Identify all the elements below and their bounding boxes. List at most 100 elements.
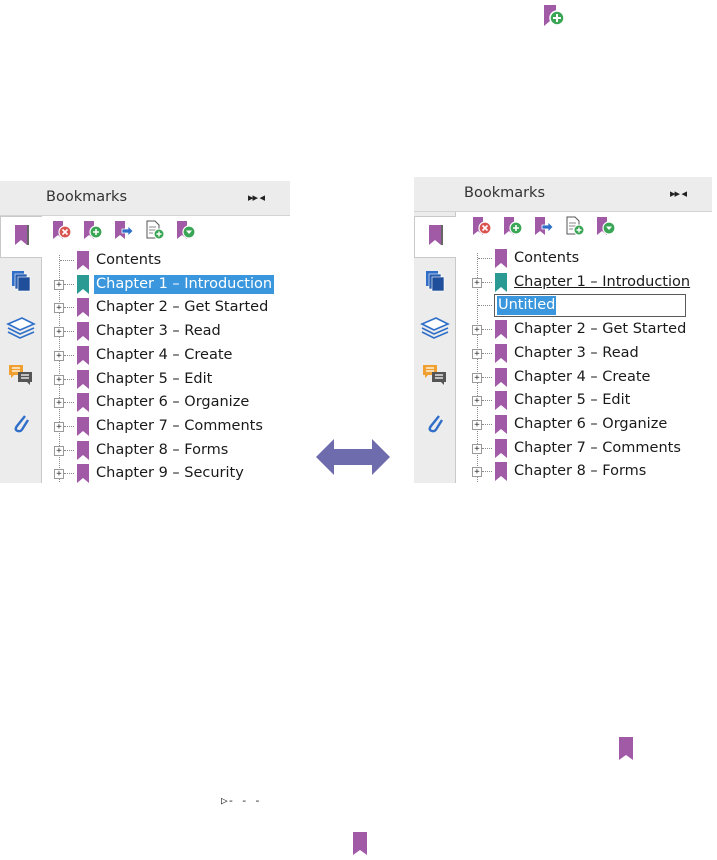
bookmark-icon <box>494 272 508 297</box>
bookmark-icon <box>76 274 90 299</box>
bookmark-label: Chapter 7 – Comments <box>96 417 263 434</box>
layers-panel-tab[interactable] <box>416 310 454 350</box>
expand-toggle[interactable]: + <box>472 277 482 288</box>
double-headed-arrow <box>316 437 390 477</box>
delete-bookmark-icon <box>51 220 73 244</box>
expand-toggle[interactable]: + <box>472 443 482 454</box>
bookmark-label: Chapter 3 – Read <box>96 323 221 340</box>
bookmark-label: Chapter 5 – Edit <box>514 392 631 409</box>
tree-connector <box>60 260 74 261</box>
move-bookmark-button[interactable] <box>532 217 556 238</box>
bookmark-rename-input[interactable]: Untitled <box>494 294 686 318</box>
tree-connector <box>64 402 74 404</box>
expand-toggle[interactable]: + <box>54 279 64 290</box>
bookmark-label: Contents <box>514 250 580 266</box>
layers-panel-tab[interactable] <box>2 310 40 350</box>
bookmark-label: Chapter 2 – Get Started <box>514 321 687 338</box>
bookmark-icon <box>494 367 508 392</box>
bookmark-icon <box>76 369 90 394</box>
bookmark-label: Chapter 6 – Organize <box>514 415 668 432</box>
expand-toggle[interactable]: + <box>472 467 482 478</box>
new-bookmark-from-page-icon <box>564 216 586 240</box>
tree-connector <box>64 425 74 427</box>
panel-header: Bookmarks ▸▸ ◂ <box>0 181 290 216</box>
add-bookmark-button[interactable] <box>501 217 525 238</box>
expand-toggle[interactable]: + <box>54 374 64 385</box>
expand-toggle[interactable]: + <box>472 325 482 336</box>
bookmark-icon <box>494 438 508 463</box>
tree-connector <box>64 354 74 356</box>
bookmark-label: Chapter 8 – Forms <box>514 463 647 480</box>
bookmarks-panel-tab[interactable] <box>414 216 456 258</box>
tree-connector <box>64 331 74 333</box>
move-bookmark-button[interactable] <box>112 220 136 244</box>
bookmark-label: Chapter 3 – Read <box>514 344 639 361</box>
bookmark-label: Chapter 8 – Forms <box>96 441 229 458</box>
expand-toggle[interactable]: + <box>54 398 64 409</box>
expand-bookmark-button[interactable] <box>174 220 198 244</box>
bookmark-icon <box>76 322 90 346</box>
bookmark-label: Chapter 6 – Organize <box>96 394 250 411</box>
expand-bookmark-button[interactable] <box>594 216 618 240</box>
attachments-panel-icon <box>425 410 445 438</box>
new-bookmark-from-page-button[interactable] <box>143 220 167 244</box>
expand-toggle[interactable]: + <box>472 419 482 430</box>
new-bookmark-from-page-icon <box>144 220 166 244</box>
new-bookmark-from-page-button[interactable] <box>563 216 587 240</box>
add-bookmark-button[interactable] <box>81 221 105 242</box>
bookmark-icon <box>76 440 90 465</box>
bookmark-icon <box>494 343 508 368</box>
bookmark-label: Chapter 4 – Create <box>96 346 233 363</box>
tree-connector <box>482 352 492 354</box>
bookmarks-panel-before: Bookmarks ▸▸ ◂ Contents + Chapter 1 – Intr… <box>0 181 290 483</box>
attachments-panel-tab[interactable] <box>2 404 40 444</box>
expand-toggle[interactable]: + <box>472 396 482 407</box>
pages-panel-icon <box>425 270 445 296</box>
panel-title: Bookmarks <box>464 185 546 201</box>
bookmark-label: Chapter 9 – Security <box>96 465 244 482</box>
bookmark-icon <box>76 345 90 370</box>
comments-panel-tab[interactable] <box>2 357 40 397</box>
comments-panel-tab[interactable] <box>416 357 454 397</box>
panel-title: Bookmarks <box>46 189 128 205</box>
expand-toggle[interactable]: + <box>54 445 64 456</box>
bookmark-icon <box>352 832 368 860</box>
pages-panel-tab[interactable] <box>2 263 40 303</box>
expand-toggle[interactable]: + <box>54 350 64 361</box>
move-bookmark-icon <box>113 220 135 244</box>
expand-toggle[interactable]: + <box>54 327 64 338</box>
panel-collapse-controls[interactable]: ▸▸ ◂ <box>670 187 687 200</box>
bookmark-icon <box>494 391 508 415</box>
expand-toggle[interactable]: + <box>54 421 64 432</box>
expand-toggle[interactable]: + <box>472 372 482 383</box>
attachments-panel-tab[interactable] <box>416 404 454 444</box>
expand-bookmark-icon <box>175 220 197 244</box>
expand-toggle[interactable]: + <box>472 348 482 359</box>
delete-bookmark-button[interactable] <box>50 220 74 244</box>
tree-connector-glyph: ▷- - - <box>221 794 261 807</box>
bookmarks-panel-icon <box>427 224 445 250</box>
expand-toggle[interactable]: + <box>54 469 64 480</box>
delete-bookmark-button[interactable] <box>470 216 494 240</box>
bookmark-label: Chapter 1 – Introduction <box>94 274 275 294</box>
tree-connector <box>482 471 492 473</box>
bookmarks-panel-tab[interactable] <box>0 216 42 258</box>
bookmark-icon <box>494 414 508 439</box>
delete-bookmark-icon <box>471 216 493 240</box>
expand-toggle[interactable]: + <box>54 303 64 314</box>
comments-panel-icon <box>8 364 34 390</box>
panel-header: Bookmarks ▸▸ ◂ <box>414 177 712 212</box>
bookmark-icon <box>494 249 508 273</box>
bookmark-icon <box>494 462 508 483</box>
bookmark-label: Chapter 2 – Get Started <box>96 299 269 316</box>
attachments-panel-icon <box>11 410 31 438</box>
comments-panel-icon <box>422 364 448 390</box>
panel-collapse-controls[interactable]: ▸▸ ◂ <box>248 191 265 204</box>
expand-bookmark-icon <box>595 216 617 240</box>
tree-connector <box>482 376 492 378</box>
pages-panel-icon <box>11 270 31 296</box>
pages-panel-tab[interactable] <box>416 263 454 303</box>
tree-connector <box>64 283 74 285</box>
bookmark-icon <box>76 393 90 417</box>
tree-connector <box>64 378 74 380</box>
